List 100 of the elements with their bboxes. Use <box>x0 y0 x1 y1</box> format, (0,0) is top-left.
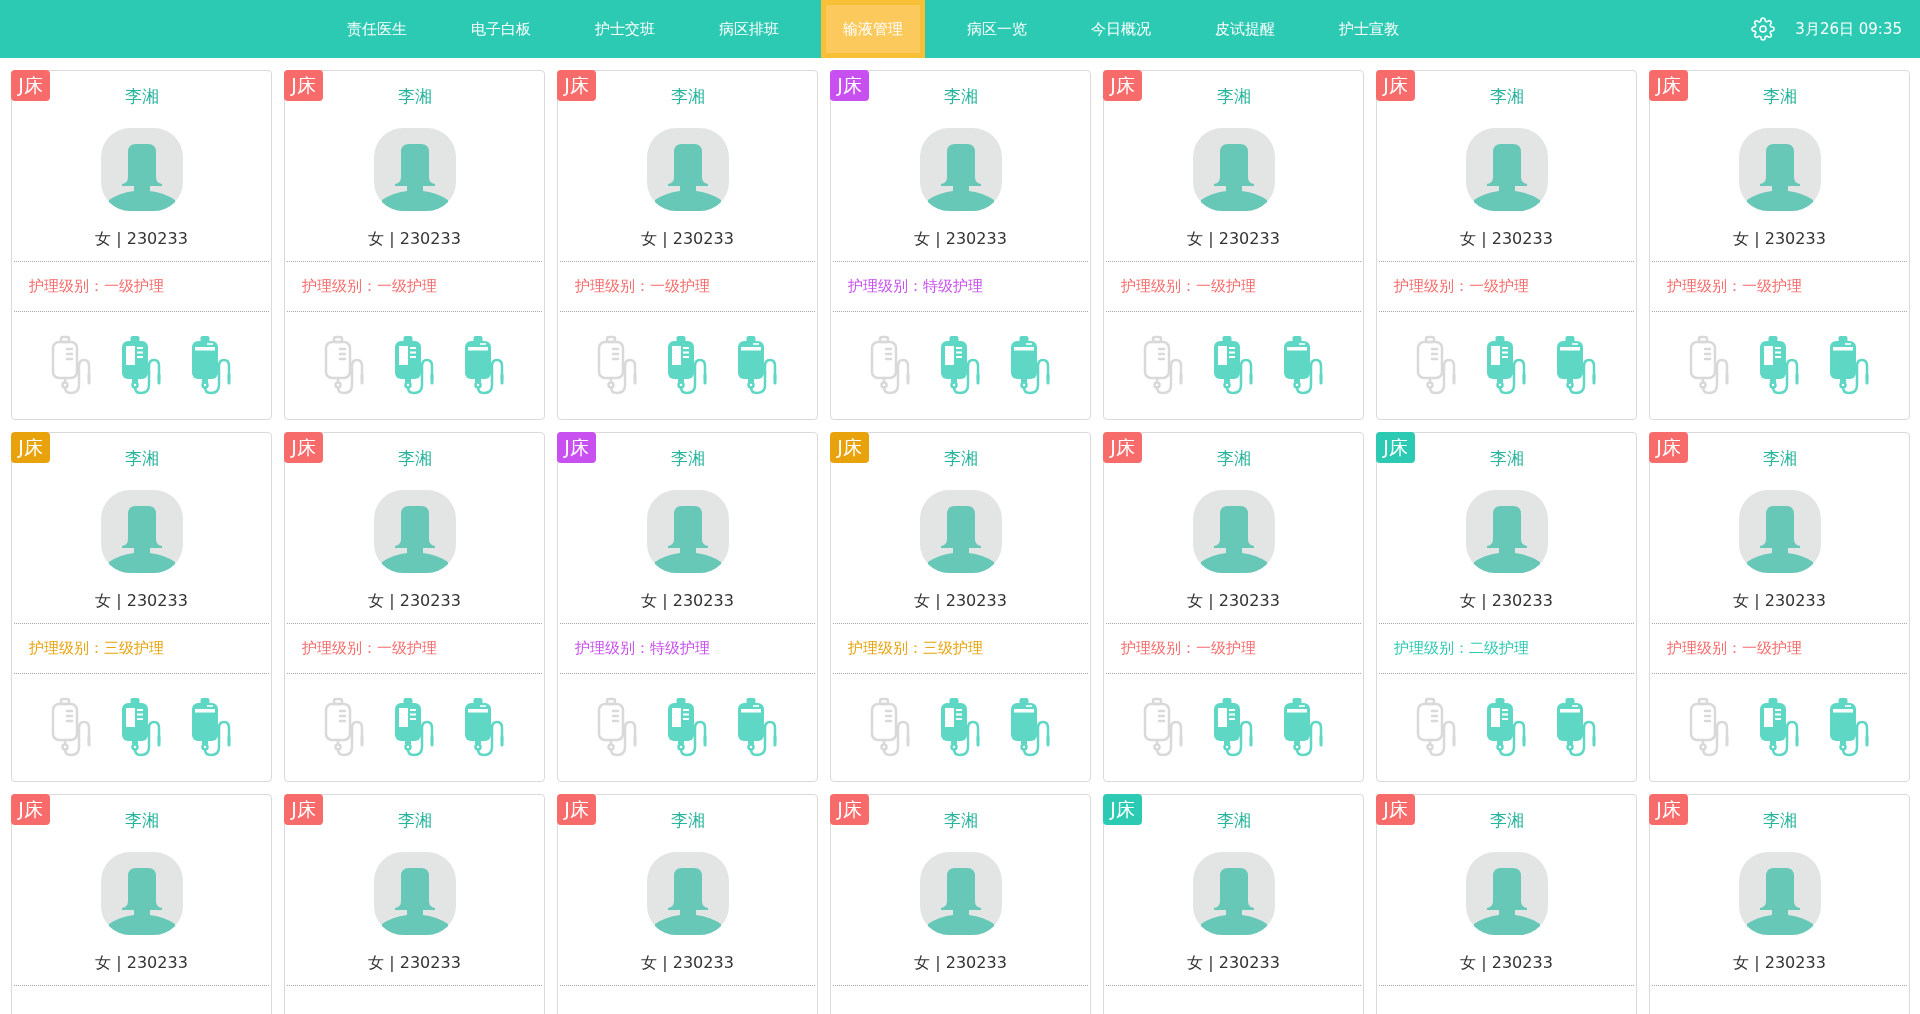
patient-card[interactable]: J床 李湘 女 | 230233 <box>1649 794 1910 1014</box>
bed-badge: J床 <box>1649 70 1688 101</box>
care-level: 护理级别：一级护理 <box>1121 277 1256 296</box>
iv-bag-full-icon <box>463 335 506 395</box>
bed-badge: J床 <box>1103 794 1142 825</box>
avatar-icon <box>646 490 729 573</box>
patient-name: 李湘 <box>397 85 432 108</box>
iv-bag-icon <box>1485 697 1528 757</box>
iv-bag-icon <box>120 697 163 757</box>
patient-name: 李湘 <box>1762 447 1797 470</box>
patient-info: 女 | 230233 <box>368 952 461 974</box>
bed-badge: J床 <box>1649 432 1688 463</box>
patient-name: 李湘 <box>1762 85 1797 108</box>
care-level: 护理级别：一级护理 <box>1394 277 1529 296</box>
iv-bag-full-icon <box>1009 697 1052 757</box>
iv-bag-full-icon <box>1282 335 1325 395</box>
patient-name: 李湘 <box>1216 809 1251 832</box>
iv-bag-full-icon <box>1282 697 1325 757</box>
patient-name: 李湘 <box>943 447 978 470</box>
iv-bag-icon <box>939 697 982 757</box>
patient-card[interactable]: J床 李湘 女 | 230233 <box>11 794 272 1014</box>
patient-info: 女 | 230233 <box>914 952 1007 974</box>
iv-bag-outline-icon <box>869 335 912 395</box>
patient-name: 李湘 <box>1762 809 1797 832</box>
patient-name: 李湘 <box>124 85 159 108</box>
avatar-icon <box>1192 128 1275 211</box>
iv-bag-icon <box>1212 697 1255 757</box>
patient-card[interactable]: J床 李湘 女 | 230233 护理级别：一级护理 <box>284 432 545 782</box>
avatar-icon <box>1192 852 1275 935</box>
patient-info: 女 | 230233 <box>641 590 734 612</box>
iv-bag-outline-icon <box>1142 335 1185 395</box>
avatar-icon <box>373 490 456 573</box>
care-level: 护理级别：三级护理 <box>29 639 164 658</box>
bed-badge: J床 <box>1103 70 1142 101</box>
patient-info: 女 | 230233 <box>1460 952 1553 974</box>
patient-name: 李湘 <box>1489 85 1524 108</box>
patient-card[interactable]: J床 李湘 女 | 230233 <box>1376 794 1637 1014</box>
iv-bag-full-icon <box>736 697 779 757</box>
settings-icon[interactable] <box>1751 17 1776 41</box>
iv-bag-icon <box>1485 335 1528 395</box>
iv-bag-outline-icon <box>50 335 93 395</box>
avatar-icon <box>919 490 1002 573</box>
bed-badge: J床 <box>284 432 323 463</box>
iv-bag-full-icon <box>190 697 233 757</box>
avatar-icon <box>1465 490 1548 573</box>
patient-card[interactable]: J床 李湘 女 | 230233 护理级别：一级护理 <box>1376 70 1637 420</box>
patient-name: 李湘 <box>1216 447 1251 470</box>
patient-card[interactable]: J床 李湘 女 | 230233 <box>1103 794 1364 1014</box>
patient-card[interactable]: J床 李湘 女 | 230233 护理级别：一级护理 <box>1103 432 1364 782</box>
iv-bag-full-icon <box>1555 335 1598 395</box>
care-level: 护理级别：一级护理 <box>29 277 164 296</box>
avatar-icon <box>646 852 729 935</box>
patient-info: 女 | 230233 <box>914 590 1007 612</box>
iv-bag-full-icon <box>736 335 779 395</box>
iv-bag-full-icon <box>1555 697 1598 757</box>
patient-info: 女 | 230233 <box>1187 952 1280 974</box>
avatar-icon <box>1738 490 1821 573</box>
avatar-icon <box>919 852 1002 935</box>
avatar-icon <box>373 852 456 935</box>
bed-badge: J床 <box>830 794 869 825</box>
patient-card[interactable]: J床 李湘 女 | 230233 护理级别：一级护理 <box>1649 432 1910 782</box>
avatar-icon <box>1738 128 1821 211</box>
patient-name: 李湘 <box>1489 447 1524 470</box>
iv-bag-icon <box>120 335 163 395</box>
patient-card[interactable]: J床 李湘 女 | 230233 护理级别：一级护理 <box>1103 70 1364 420</box>
iv-bag-full-icon <box>463 697 506 757</box>
avatar-icon <box>919 128 1002 211</box>
patient-name: 李湘 <box>1489 809 1524 832</box>
patient-card[interactable]: J床 李湘 女 | 230233 护理级别：一级护理 <box>1649 70 1910 420</box>
bed-badge: J床 <box>830 70 869 101</box>
patient-card[interactable]: J床 李湘 女 | 230233 护理级别：一级护理 <box>11 70 272 420</box>
patient-card[interactable]: J床 李湘 女 | 230233 <box>557 794 818 1014</box>
iv-bag-outline-icon <box>50 697 93 757</box>
patient-card[interactable]: J床 李湘 女 | 230233 <box>830 794 1091 1014</box>
patient-card[interactable]: J床 李湘 女 | 230233 护理级别：一级护理 <box>284 70 545 420</box>
patient-info: 女 | 230233 <box>95 228 188 250</box>
patient-card[interactable]: J床 李湘 女 | 230233 护理级别：特级护理 <box>557 432 818 782</box>
avatar-icon <box>1738 852 1821 935</box>
patient-card[interactable]: J床 李湘 女 | 230233 护理级别：特级护理 <box>830 70 1091 420</box>
patient-card[interactable]: J床 李湘 女 | 230233 护理级别：一级护理 <box>557 70 818 420</box>
patient-card[interactable]: J床 李湘 女 | 230233 护理级别：二级护理 <box>1376 432 1637 782</box>
date-time: 3月26日 09:35 <box>1795 19 1902 39</box>
bed-badge: J床 <box>11 794 50 825</box>
bed-badge: J床 <box>557 70 596 101</box>
bed-badge: J床 <box>284 794 323 825</box>
patient-info: 女 | 230233 <box>1460 228 1553 250</box>
bed-badge: J床 <box>284 70 323 101</box>
patient-info: 女 | 230233 <box>95 952 188 974</box>
patient-name: 李湘 <box>1216 85 1251 108</box>
patient-card[interactable]: J床 李湘 女 | 230233 <box>284 794 545 1014</box>
avatar-icon <box>373 128 456 211</box>
bed-badge: J床 <box>1376 70 1415 101</box>
bed-badge: J床 <box>1376 432 1415 463</box>
care-level: 护理级别：一级护理 <box>1667 639 1802 658</box>
iv-bag-icon <box>666 697 709 757</box>
patient-card[interactable]: J床 李湘 女 | 230233 护理级别：三级护理 <box>830 432 1091 782</box>
patient-card[interactable]: J床 李湘 女 | 230233 护理级别：三级护理 <box>11 432 272 782</box>
bed-badge: J床 <box>830 432 869 463</box>
iv-bag-icon <box>1758 335 1801 395</box>
iv-bag-outline-icon <box>1415 697 1458 757</box>
